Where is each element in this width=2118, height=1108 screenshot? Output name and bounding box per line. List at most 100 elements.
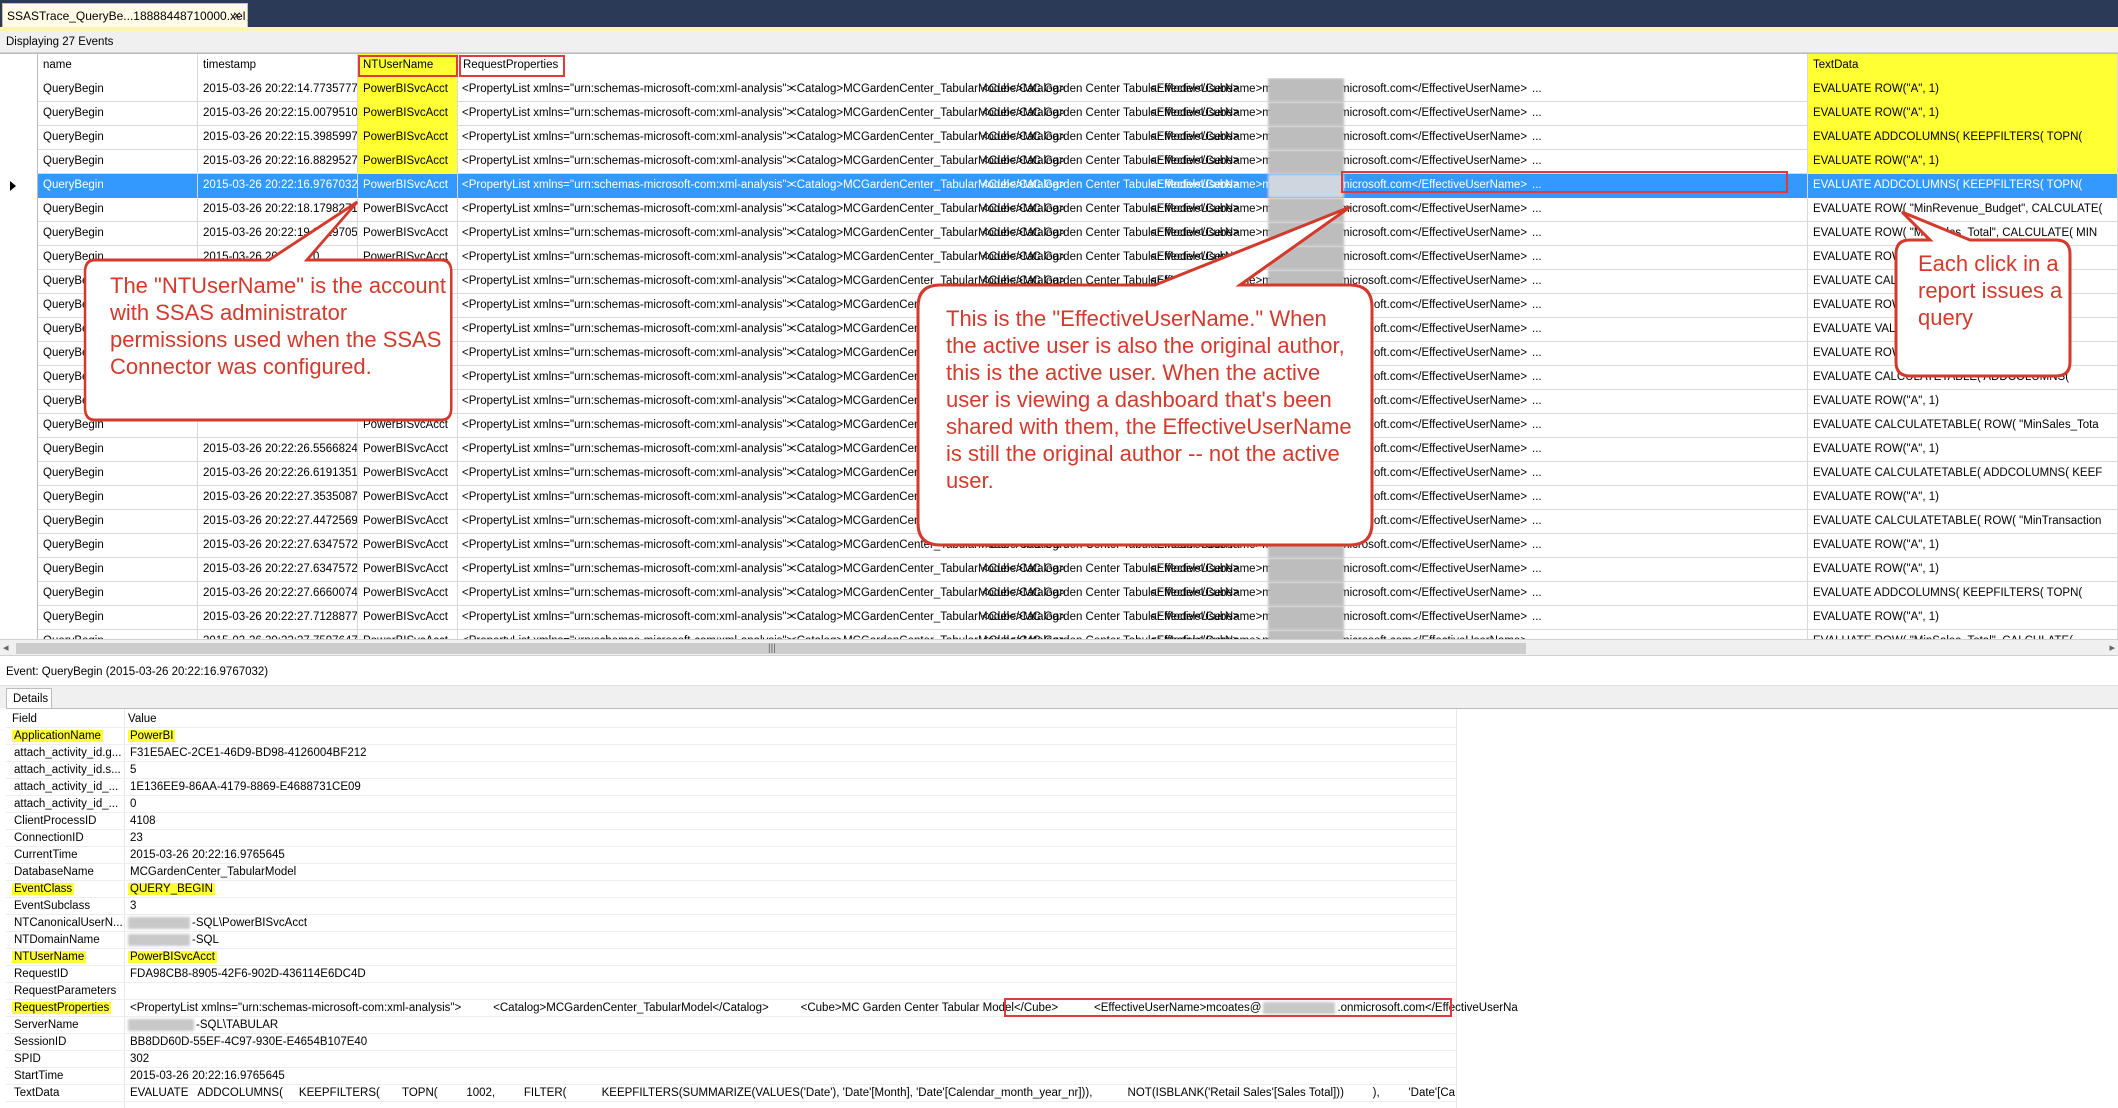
cell-requestproperties[interactable]: <PropertyList xmlns="urn:schemas-microso… [458,150,1808,174]
cell-textdata[interactable]: EVALUATE ROW("A", 1) [1808,534,2118,558]
cell-textdata[interactable]: EVALUATE ROW("A", 1) [1808,102,2118,126]
cell-ntusername[interactable]: PowerBISvcAcct [358,462,458,486]
cell-name[interactable]: QueryBegin [38,582,198,606]
tab-details[interactable]: Details [6,688,52,709]
cell-name[interactable]: QueryBegin [38,438,198,462]
cell-requestproperties[interactable]: <PropertyList xmlns="urn:schemas-microso… [458,606,1808,630]
detail-row[interactable]: NTDomainName -SQL [6,932,1456,949]
cell-ntusername[interactable]: PowerBISvcAcct [358,102,458,126]
column-header-textdata[interactable]: TextData [1808,54,2118,78]
cell-textdata[interactable]: EVALUATE CALCULATETABLE( ROW( "MinTransa… [1808,510,2118,534]
detail-row[interactable]: attach_activity_id_... 0 [6,796,1456,813]
table-row[interactable]: QueryBegin 2015-03-26 20:22:27.6660074 Pow… [0,582,2118,606]
table-row[interactable]: QueryBegin 2015-03-26 20:22:15.3985997 Pow… [0,126,2118,150]
row-selector[interactable] [0,318,38,342]
cell-timestamp[interactable]: 2015-03-26 20:22:26.6191351 [198,462,358,486]
detail-row[interactable]: NTCanonicalUserN... -SQL\PowerBISvcAcct [6,915,1456,932]
cell-textdata[interactable]: EVALUATE ADDCOLUMNS( KEEPFILTERS( TOPN( [1808,582,2118,606]
cell-ntusername[interactable]: PowerBISvcAcct [358,582,458,606]
row-selector[interactable] [0,534,38,558]
cell-name[interactable]: QueryBegin [38,558,198,582]
detail-row[interactable]: attach_activity_id.g... F31E5AEC-2CE1-46D… [6,745,1456,762]
detail-row[interactable]: attach_activity_id.s... 5 [6,762,1456,779]
cell-requestproperties[interactable]: <PropertyList xmlns="urn:schemas-microso… [458,630,1808,639]
row-selector[interactable] [0,390,38,414]
cell-requestproperties[interactable]: <PropertyList xmlns="urn:schemas-microso… [458,558,1808,582]
row-selector[interactable] [0,486,38,510]
cell-textdata[interactable]: EVALUATE ROW("A", 1) [1808,606,2118,630]
cell-ntusername[interactable]: PowerBISvcAcct [358,150,458,174]
detail-row[interactable]: DatabaseName MCGardenCenter_TabularModel [6,864,1456,881]
scroll-right-arrow-icon[interactable]: ▸ [2109,641,2115,654]
cell-timestamp[interactable]: 2015-03-26 20:22:27.6347572 [198,534,358,558]
row-selector[interactable] [0,606,38,630]
cell-requestproperties[interactable]: <PropertyList xmlns="urn:schemas-microso… [458,78,1808,102]
column-header-ntusername[interactable]: NTUserName [358,54,458,78]
row-selector[interactable] [0,462,38,486]
table-row[interactable]: QueryBegin 2015-03-26 20:22:15.0079510 Pow… [0,102,2118,126]
cell-ntusername[interactable]: PowerBISvcAcct [358,606,458,630]
cell-name[interactable]: QueryBegin [38,150,198,174]
cell-requestproperties[interactable]: <PropertyList xmlns="urn:schemas-microso… [458,126,1808,150]
cell-textdata[interactable]: EVALUATE ROW("A", 1) [1808,390,2118,414]
cell-timestamp[interactable]: 2015-03-26 20:22:15.3985997 [198,126,358,150]
cell-textdata[interactable]: EVALUATE ROW("A", 1) [1808,150,2118,174]
grid-horizontal-scrollbar[interactable]: ◂ ||| ▸ [0,639,2118,656]
cell-timestamp[interactable]: 2015-03-26 20:22:27.4472569 [198,510,358,534]
row-selector[interactable] [0,558,38,582]
cell-timestamp[interactable]: 2015-03-26 20:22:16.8829527 [198,150,358,174]
cell-name[interactable]: QueryBegin [38,534,198,558]
table-row[interactable]: QueryBegin 2015-03-26 20:22:27.6347572 Pow… [0,558,2118,582]
row-selector[interactable] [0,630,38,639]
detail-row[interactable]: NTUserName PowerBISvcAcct [6,949,1456,966]
cell-name[interactable]: QueryBegin [38,606,198,630]
detail-row[interactable]: ClientProcessID 4108 [6,813,1456,830]
row-selector[interactable] [0,126,38,150]
detail-row[interactable]: ServerName -SQL\TABULAR [6,1017,1456,1034]
scroll-left-arrow-icon[interactable]: ◂ [3,641,9,654]
row-selector[interactable] [0,270,38,294]
cell-textdata[interactable]: EVALUATE CALCULATETABLE( ADDCOLUMNS( KEE… [1808,462,2118,486]
cell-requestproperties[interactable]: <PropertyList xmlns="urn:schemas-microso… [458,102,1808,126]
row-selector[interactable] [0,414,38,438]
cell-ntusername[interactable]: PowerBISvcAcct [358,558,458,582]
detail-row[interactable]: SessionID BB8DD60D-55EF-4C97-930E-E4654B1… [6,1034,1456,1051]
column-header-name[interactable]: name [38,54,198,78]
cell-requestproperties[interactable]: <PropertyList xmlns="urn:schemas-microso… [458,582,1808,606]
detail-row[interactable]: attach_activity_id_... 1E136EE9-86AA-4179… [6,779,1456,796]
cell-name[interactable]: QueryBegin [38,126,198,150]
row-selector[interactable] [0,342,38,366]
detail-row[interactable]: EventClass QUERY_BEGIN [6,881,1456,898]
detail-row[interactable]: StartTime 2015-03-26 20:22:16.9765645 [6,1068,1456,1085]
row-selector[interactable] [0,150,38,174]
row-selector[interactable] [0,222,38,246]
cell-ntusername[interactable]: PowerBISvcAcct [358,630,458,639]
cell-textdata[interactable]: EVALUATE ROW("A", 1) [1808,558,2118,582]
row-selector[interactable] [0,246,38,270]
row-selector[interactable] [0,294,38,318]
cell-timestamp[interactable]: 2015-03-26 20:22:27.3535087 [198,486,358,510]
detail-row[interactable]: EventSubclass 3 [6,898,1456,915]
cell-name[interactable]: QueryBegin [38,78,198,102]
row-selector[interactable] [0,366,38,390]
detail-row[interactable]: TextData EVALUATE ADDCOLUMNS( KEEPFILTERS… [6,1085,1456,1102]
cell-textdata[interactable]: EVALUATE CALCULATETABLE( ROW( "MinSales_… [1808,414,2118,438]
row-selector[interactable] [0,198,38,222]
row-selector[interactable] [0,78,38,102]
document-tab[interactable]: SSASTrace_QueryBe...18888448710000.xel × [2,3,248,27]
cell-timestamp[interactable]: 2015-03-26 20:22:26.5566824 [198,438,358,462]
cell-name[interactable]: QueryBegin [38,486,198,510]
table-row[interactable]: QueryBegin 2015-03-26 20:22:14.7735777 Pow… [0,78,2118,102]
cell-ntusername[interactable]: PowerBISvcAcct [358,126,458,150]
detail-row[interactable]: CurrentTime 2015-03-26 20:22:16.9765645 [6,847,1456,864]
detail-row[interactable]: RequestID FDA98CB8-8905-42F6-902D-436114E… [6,966,1456,983]
detail-row[interactable]: ConnectionID 23 [6,830,1456,847]
column-header-requestproperties[interactable]: RequestProperties [458,54,1808,78]
cell-name[interactable]: QueryBegin [38,462,198,486]
cell-name[interactable]: QueryBegin [38,630,198,639]
cell-timestamp[interactable]: 2015-03-26 20:22:27.7128877 [198,606,358,630]
table-row[interactable]: QueryBegin2015-03-26 20:22:27.7597647Pow… [0,630,2118,639]
row-selector[interactable] [0,510,38,534]
cell-ntusername[interactable]: PowerBISvcAcct [358,78,458,102]
detail-row[interactable]: RequestProperties <PropertyList xmlns="ur… [6,1000,1518,1017]
